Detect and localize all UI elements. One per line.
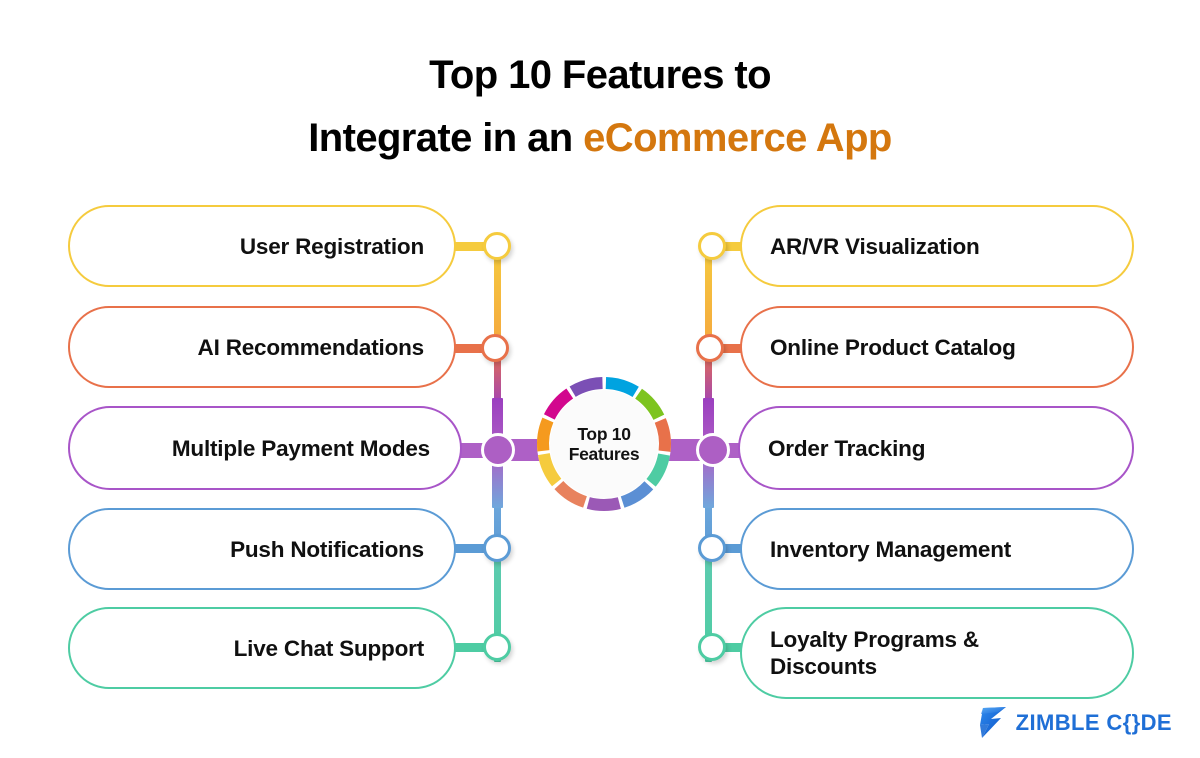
node-right-1[interactable] xyxy=(698,232,726,260)
node-left-4[interactable] xyxy=(483,534,511,562)
title-accent: eCommerce App xyxy=(583,116,892,160)
page-title: Top 10 Features to Integrate in an eComm… xyxy=(0,44,1200,170)
feature-card-label: Loyalty Programs & Discounts xyxy=(770,627,979,679)
zimble-code-logo[interactable]: ZIMBLE C{}DE xyxy=(979,706,1172,740)
infographic-canvas: Top 10 Features to Integrate in an eComm… xyxy=(0,0,1200,758)
feature-card-label: Online Product Catalog xyxy=(770,334,1016,360)
node-right-center[interactable] xyxy=(696,433,730,467)
feature-card-label: Order Tracking xyxy=(768,435,926,461)
hub-ring-chart xyxy=(537,377,671,511)
node-right-5[interactable] xyxy=(698,633,726,661)
feature-card-push-notifications[interactable]: Push Notifications xyxy=(68,508,456,590)
feature-card-label: Push Notifications xyxy=(230,536,424,562)
feature-card-inventory-management[interactable]: Inventory Management xyxy=(740,508,1134,590)
center-hub[interactable]: Top 10 Features xyxy=(532,372,676,516)
feature-card-live-chat-support[interactable]: Live Chat Support xyxy=(68,607,456,689)
feature-card-label: AI Recommendations xyxy=(197,334,425,360)
feature-card-label: AR/VR Visualization xyxy=(770,233,980,259)
node-left-5[interactable] xyxy=(483,633,511,661)
feature-card-label: User Registration xyxy=(239,233,424,259)
feature-card-loyalty-programs-discounts[interactable]: Loyalty Programs & Discounts xyxy=(740,607,1134,699)
feature-card-online-product-catalog[interactable]: Online Product Catalog xyxy=(740,306,1134,388)
logo-text: ZIMBLE C{}DE xyxy=(1015,710,1172,735)
feature-card-label: Inventory Management xyxy=(770,536,1012,562)
node-left-1[interactable] xyxy=(483,232,511,260)
zimble-z-mark-icon xyxy=(979,707,1006,738)
feature-card-multiple-payment-modes[interactable]: Multiple Payment Modes xyxy=(68,406,462,490)
feature-card-label: Multiple Payment Modes xyxy=(171,435,430,461)
feature-card-label: Live Chat Support xyxy=(233,635,425,661)
feature-card-order-tracking[interactable]: Order Tracking xyxy=(738,406,1134,490)
title-line-2: Integrate in an eCommerce App xyxy=(0,107,1200,170)
node-left-center[interactable] xyxy=(481,433,515,467)
title-line-1: Top 10 Features to xyxy=(429,53,771,97)
feature-card-user-registration[interactable]: User Registration xyxy=(68,205,456,287)
node-right-2[interactable] xyxy=(696,334,724,362)
hub-ring-segment-purple xyxy=(586,497,621,511)
feature-card-ai-recommendations[interactable]: AI Recommendations xyxy=(68,306,456,388)
node-left-2[interactable] xyxy=(481,334,509,362)
feature-card-arvr-visualization[interactable]: AR/VR Visualization xyxy=(740,205,1134,287)
node-right-4[interactable] xyxy=(698,534,726,562)
title-line-2-plain: Integrate in an xyxy=(308,116,584,160)
